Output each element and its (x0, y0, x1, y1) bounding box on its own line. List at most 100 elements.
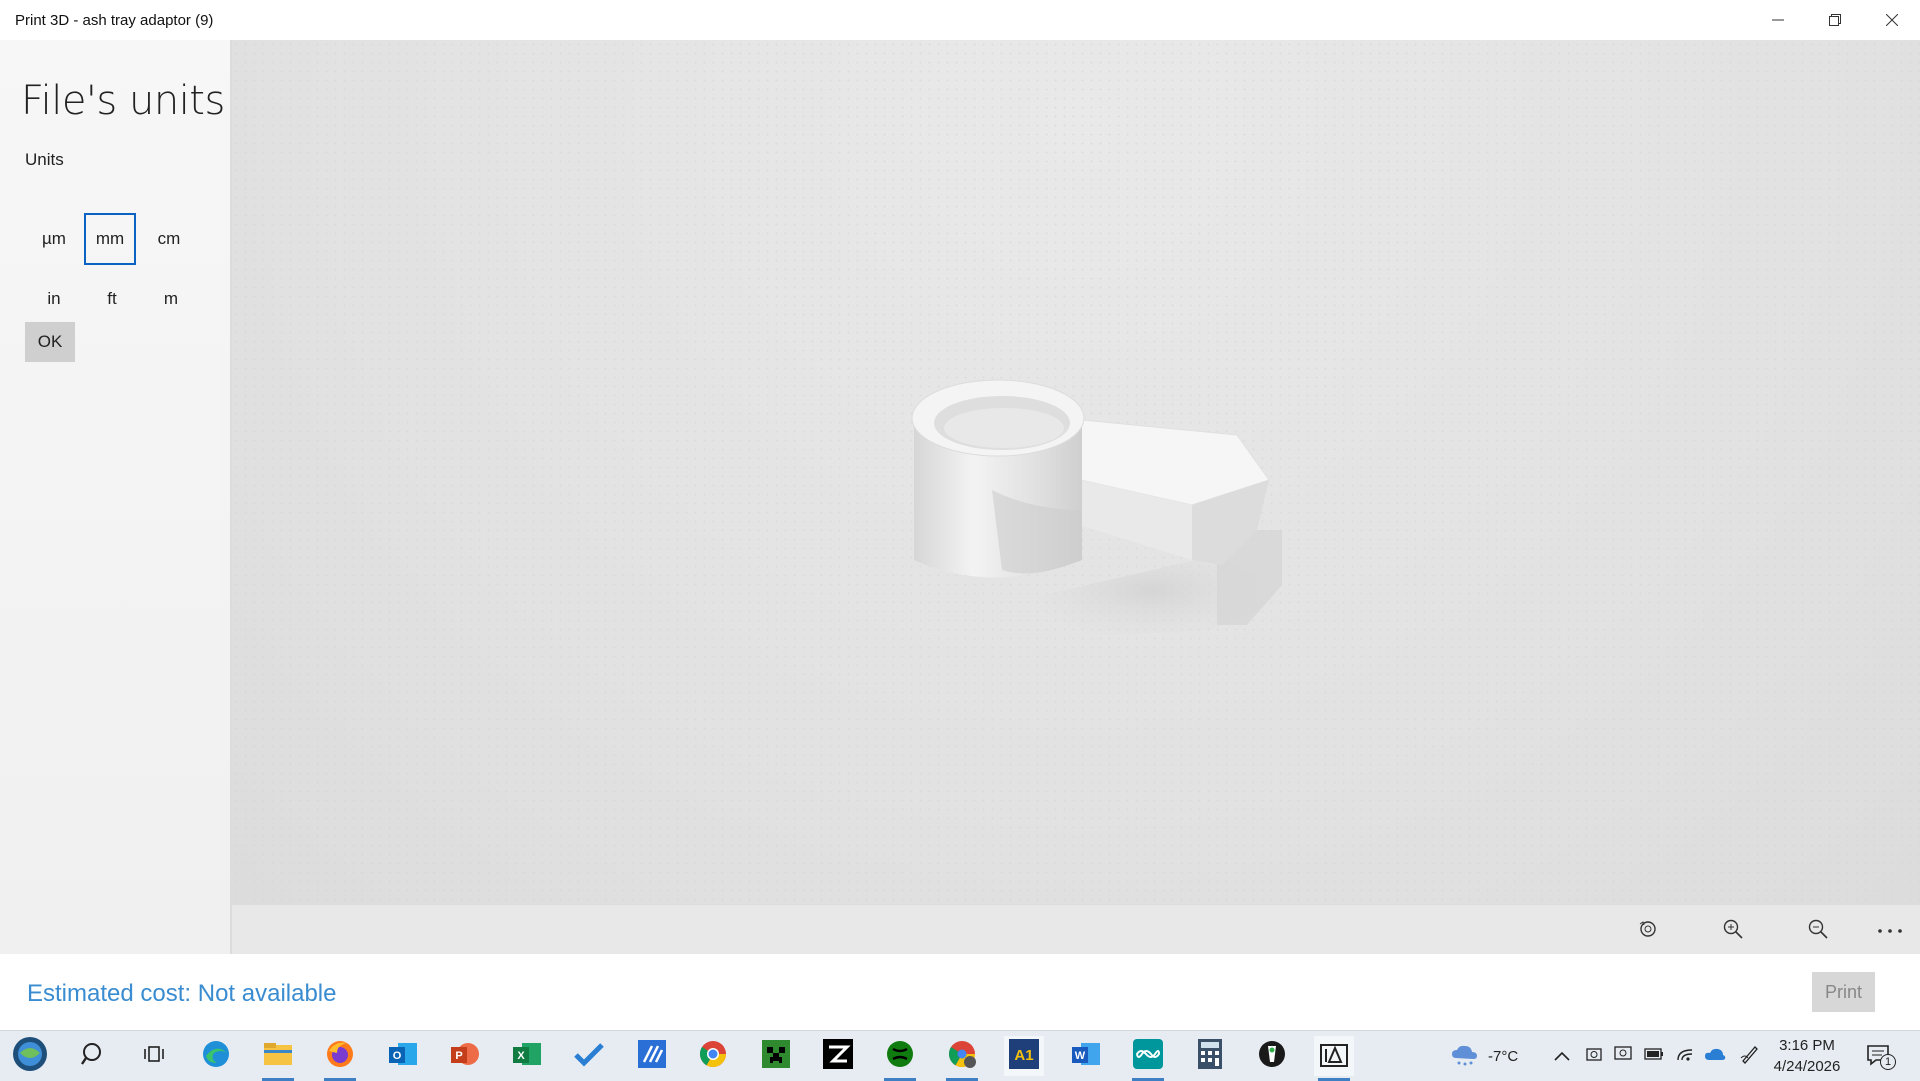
unit-option-ft[interactable]: ft (86, 273, 138, 325)
taskbar-edge[interactable] (196, 1036, 236, 1076)
footer-bar: Estimated cost: Not available Print (0, 954, 1920, 1030)
svg-text:X: X (517, 1050, 525, 1062)
taskbar-chrome[interactable] (693, 1036, 733, 1076)
taskbar-capcut[interactable] (818, 1036, 858, 1076)
battery-icon (1644, 1047, 1664, 1065)
svg-text:O: O (393, 1050, 402, 1062)
panel-heading: File's units (21, 78, 225, 124)
camera-icon (1586, 1046, 1602, 1066)
taskbar-minecraft[interactable] (756, 1036, 796, 1076)
svg-text:W: W (1075, 1050, 1086, 1062)
print3d-icon (1319, 1040, 1349, 1073)
model-render (911, 379, 1282, 640)
show-hidden-icons-button[interactable] (1554, 1031, 1570, 1081)
print-button[interactable]: Print (1812, 972, 1875, 1012)
taskbar-excel[interactable]: X (507, 1036, 547, 1076)
tray-onedrive[interactable] (1704, 1031, 1726, 1081)
minimize-button[interactable] (1749, 0, 1806, 40)
3d-viewport[interactable] (232, 40, 1920, 904)
chrome-icon (698, 1039, 728, 1074)
ok-button[interactable]: OK (25, 322, 75, 362)
taskbar-chrome-profile[interactable] (942, 1036, 982, 1081)
restore-icon (1828, 14, 1841, 26)
taskbar-word[interactable]: W (1066, 1036, 1106, 1076)
unit-option-um[interactable]: µm (28, 213, 80, 265)
units-label: Units (25, 150, 64, 169)
taskbar-arduino[interactable] (1128, 1036, 1168, 1081)
task-view-button[interactable] (134, 1036, 174, 1076)
chrome-profile-icon (947, 1039, 977, 1074)
word-icon: W (1071, 1040, 1101, 1073)
arduino-icon (1133, 1038, 1163, 1074)
reset-view-icon (1637, 918, 1659, 945)
zoom-out-button[interactable] (1802, 915, 1834, 947)
pen-icon (1740, 1044, 1758, 1068)
outlook-icon: O (388, 1040, 418, 1073)
zoom-in-icon (1722, 918, 1744, 945)
unit-option-mm[interactable]: mm (84, 213, 136, 265)
taskbar-todo[interactable] (569, 1036, 609, 1076)
clock-time: 3:16 PM (1779, 1037, 1835, 1054)
zoom-in-button[interactable] (1717, 915, 1749, 947)
window-controls (1749, 0, 1920, 40)
unit-option-m[interactable]: m (145, 273, 197, 325)
zoom-out-icon (1807, 918, 1829, 945)
edge-icon (201, 1039, 231, 1074)
taskbar-app[interactable] (632, 1036, 672, 1076)
tray-meet-now[interactable] (1586, 1031, 1602, 1081)
start-button[interactable] (10, 1036, 50, 1076)
close-icon (1885, 14, 1898, 26)
reset-view-button[interactable] (1632, 915, 1664, 947)
snow-cloud-icon (1450, 1042, 1480, 1070)
notification-center-button[interactable]: 1 (1866, 1031, 1896, 1081)
tray-wifi[interactable] (1676, 1031, 1696, 1081)
weather-temp: -7°C (1488, 1047, 1519, 1065)
chevron-up-icon (1554, 1048, 1570, 1065)
close-button[interactable] (1863, 0, 1920, 40)
app-icon-2 (1257, 1039, 1287, 1074)
start-icon (11, 1035, 49, 1078)
xbox-icon (885, 1039, 915, 1074)
powerpoint-icon: P (450, 1040, 480, 1073)
cloud-icon (1704, 1047, 1726, 1065)
clock[interactable]: 3:16 PM 4/24/2026 (1762, 1035, 1852, 1077)
file-explorer-icon (263, 1041, 293, 1072)
clock-date: 4/24/2026 (1773, 1058, 1841, 1075)
tray-pen[interactable] (1740, 1031, 1758, 1081)
title-bar: Print 3D - ash tray adaptor (9) (0, 0, 1920, 40)
restore-button[interactable] (1806, 0, 1863, 40)
tray-app[interactable] (1614, 1031, 1632, 1081)
todo-icon (574, 1041, 604, 1072)
taskbar-a1[interactable]: A1 (1004, 1036, 1044, 1076)
taskbar-calculator[interactable] (1190, 1036, 1230, 1076)
taskbar-outlook[interactable]: O (383, 1036, 423, 1076)
excel-icon: X (512, 1040, 542, 1073)
svg-text:A1: A1 (1014, 1047, 1033, 1064)
minecraft-icon (762, 1039, 790, 1073)
search-icon (81, 1041, 107, 1072)
task-view-icon (143, 1043, 165, 1070)
estimated-cost: Estimated cost: Not available (27, 980, 337, 1007)
units-panel: File's units Units µm mm cm in ft m OK (0, 40, 232, 954)
notification-count: 1 (1880, 1054, 1896, 1070)
taskbar-firefox[interactable] (320, 1036, 360, 1081)
calculator-icon (1198, 1038, 1222, 1074)
taskbar-app-2[interactable] (1252, 1036, 1292, 1076)
view-toolbar (232, 904, 1920, 955)
firefox-icon (325, 1039, 355, 1074)
capcut-icon (823, 1038, 853, 1074)
app-icon (637, 1039, 667, 1074)
taskbar-print3d[interactable] (1314, 1036, 1354, 1081)
more-options-button[interactable] (1874, 915, 1906, 947)
tray-battery[interactable] (1644, 1031, 1664, 1081)
display-icon (1614, 1046, 1632, 1066)
taskbar-powerpoint[interactable]: P (445, 1036, 485, 1076)
taskbar-xbox[interactable] (880, 1036, 920, 1081)
unit-option-cm[interactable]: cm (143, 213, 195, 265)
unit-option-in[interactable]: in (28, 273, 80, 325)
taskbar-file-explorer[interactable] (258, 1036, 298, 1081)
search-button[interactable] (74, 1036, 114, 1076)
more-options-icon (1877, 922, 1903, 940)
wifi-icon (1676, 1046, 1696, 1066)
weather-widget[interactable]: -7°C (1450, 1031, 1518, 1081)
